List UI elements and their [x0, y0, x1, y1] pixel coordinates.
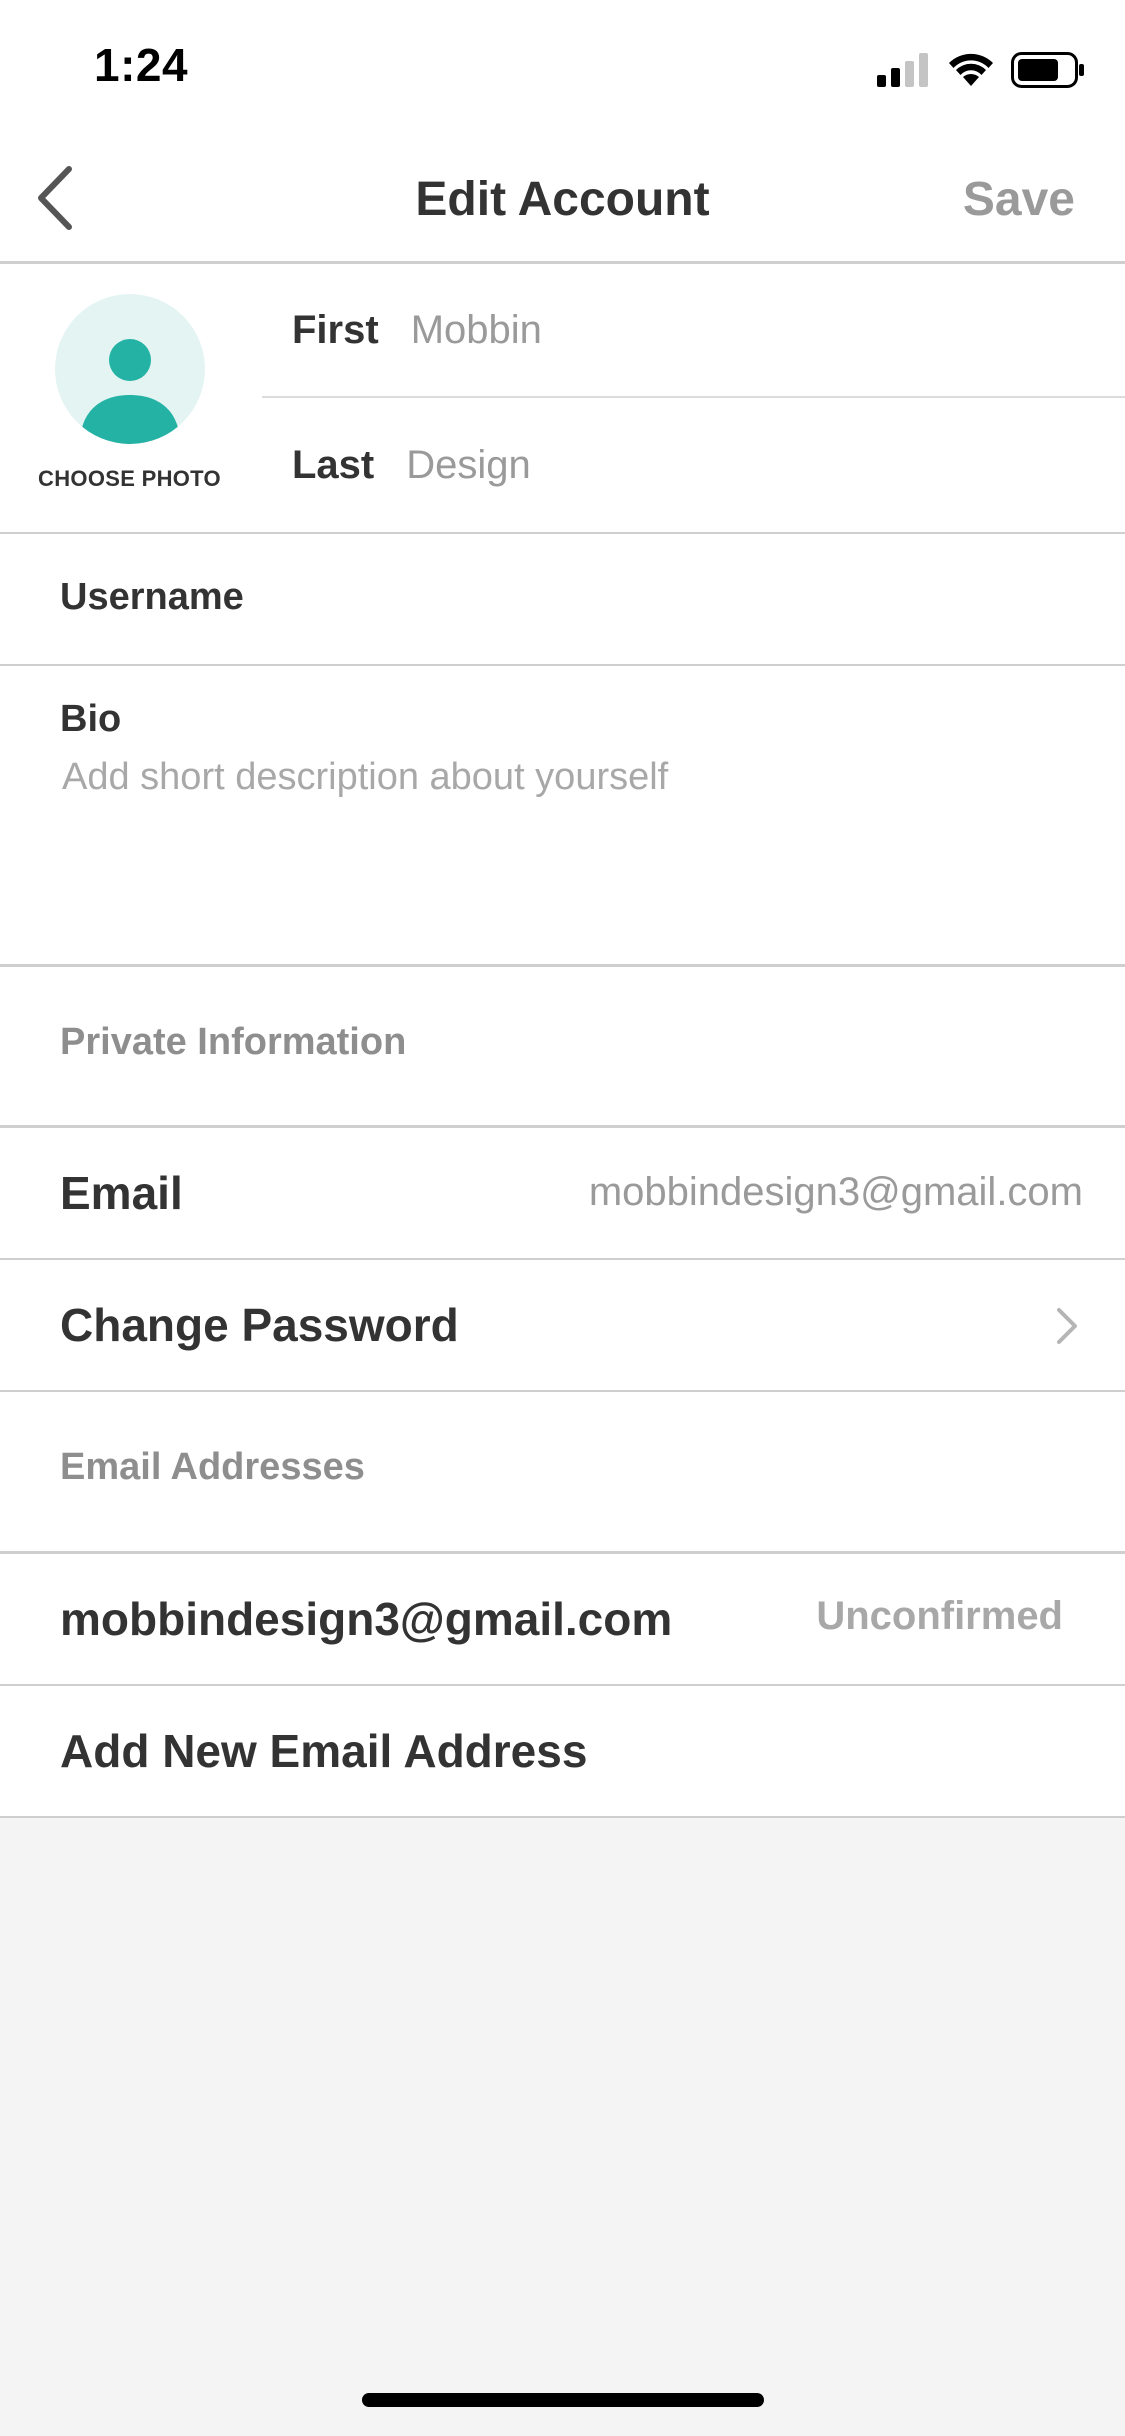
add-email-button[interactable]: Add New Email Address	[0, 1686, 1125, 1818]
bio-field[interactable]: Bio Add short description about yourself	[0, 666, 1125, 966]
first-name-label: First	[292, 307, 379, 352]
chevron-right-icon	[1057, 1308, 1077, 1344]
email-status-badge: Unconfirmed	[816, 1594, 1063, 1638]
save-button[interactable]: Save	[963, 172, 1075, 227]
last-name-label: Last	[292, 442, 375, 487]
bio-label: Bio	[60, 698, 122, 740]
status-time: 1:24	[94, 39, 189, 91]
change-password-label: Change Password	[60, 1299, 459, 1351]
choose-photo-button[interactable]: CHOOSE PHOTO	[22, 294, 237, 504]
username-label: Username	[60, 576, 244, 618]
person-icon	[80, 339, 180, 444]
choose-photo-label: CHOOSE PHOTO	[38, 466, 221, 491]
username-field[interactable]: Username	[0, 534, 1125, 666]
private-information-title: Private Information	[60, 1021, 407, 1063]
wifi-icon	[949, 53, 993, 86]
nav-bar: Edit Account Save	[0, 132, 1125, 264]
cellular-signal-icon	[877, 53, 928, 87]
add-email-label: Add New Email Address	[60, 1725, 588, 1777]
private-information-header: Private Information	[0, 966, 1125, 1128]
change-password-row[interactable]: Change Password	[0, 1260, 1125, 1392]
status-bar: 1:24	[0, 0, 1125, 132]
profile-section: CHOOSE PHOTO First Mobbin Last Design	[0, 264, 1125, 534]
email-address-value: mobbindesign3@gmail.com	[60, 1593, 673, 1645]
email-label: Email	[60, 1167, 183, 1219]
bio-input[interactable]: Add short description about yourself	[62, 756, 668, 799]
first-name-field[interactable]: Mobbin	[411, 308, 542, 353]
email-value: mobbindesign3@gmail.com	[588, 1170, 1083, 1214]
last-name-row[interactable]: Last Design	[262, 398, 1125, 532]
email-addresses-header: Email Addresses	[0, 1392, 1125, 1554]
email-row[interactable]: Email mobbindesign3@gmail.com	[0, 1128, 1125, 1260]
battery-icon	[1011, 52, 1084, 88]
avatar	[55, 294, 205, 444]
page-title: Edit Account	[415, 173, 710, 226]
last-name-field[interactable]: Design	[406, 443, 531, 488]
status-icons	[877, 50, 1085, 90]
first-name-row[interactable]: First Mobbin	[262, 264, 1125, 398]
email-addresses-title: Email Addresses	[60, 1446, 365, 1488]
home-indicator	[362, 2393, 764, 2407]
email-address-item[interactable]: mobbindesign3@gmail.com Unconfirmed	[0, 1554, 1125, 1686]
